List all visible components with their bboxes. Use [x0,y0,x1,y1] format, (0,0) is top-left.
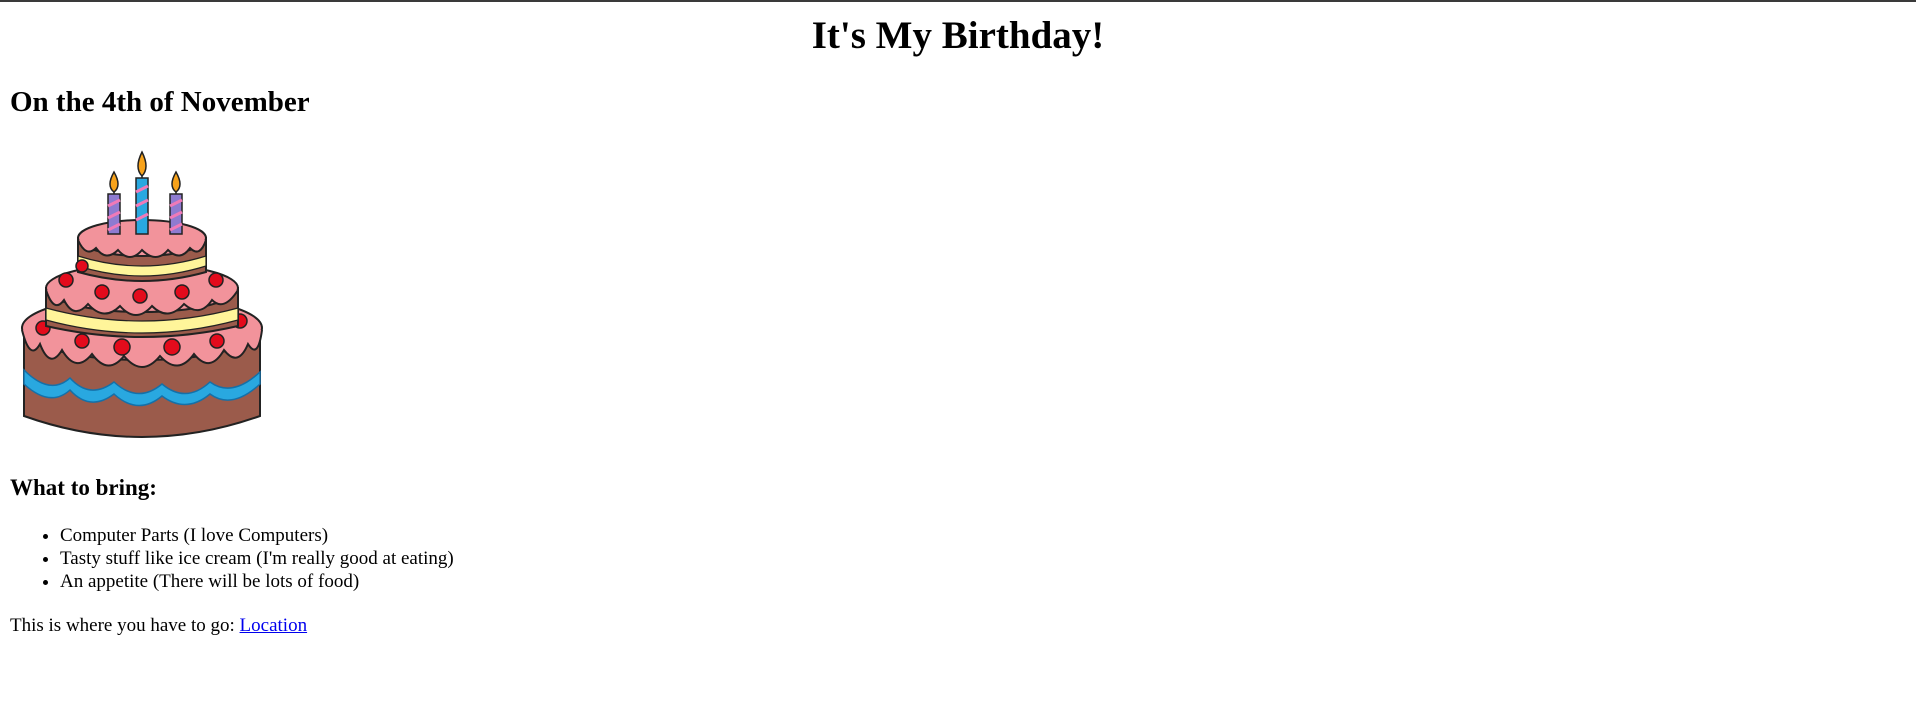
location-link[interactable]: Location [240,615,308,636]
bring-list: Computer Parts (I love Computers) Tasty … [10,524,454,593]
birthday-cake-image [21,150,263,438]
date-subtitle: On the 4th of November [10,86,310,118]
top-border [0,0,1916,2]
page-title: It's My Birthday! [811,14,1105,57]
location-prefix-text: This is where you have to go: [10,615,240,636]
location-paragraph: This is where you have to go: Location [10,614,307,637]
list-item: An appetite (There will be lots of food) [60,570,454,593]
what-to-bring-heading: What to bring: [10,475,157,500]
list-item: Tasty stuff like ice cream (I'm really g… [60,547,454,570]
list-item: Computer Parts (I love Computers) [60,524,454,547]
